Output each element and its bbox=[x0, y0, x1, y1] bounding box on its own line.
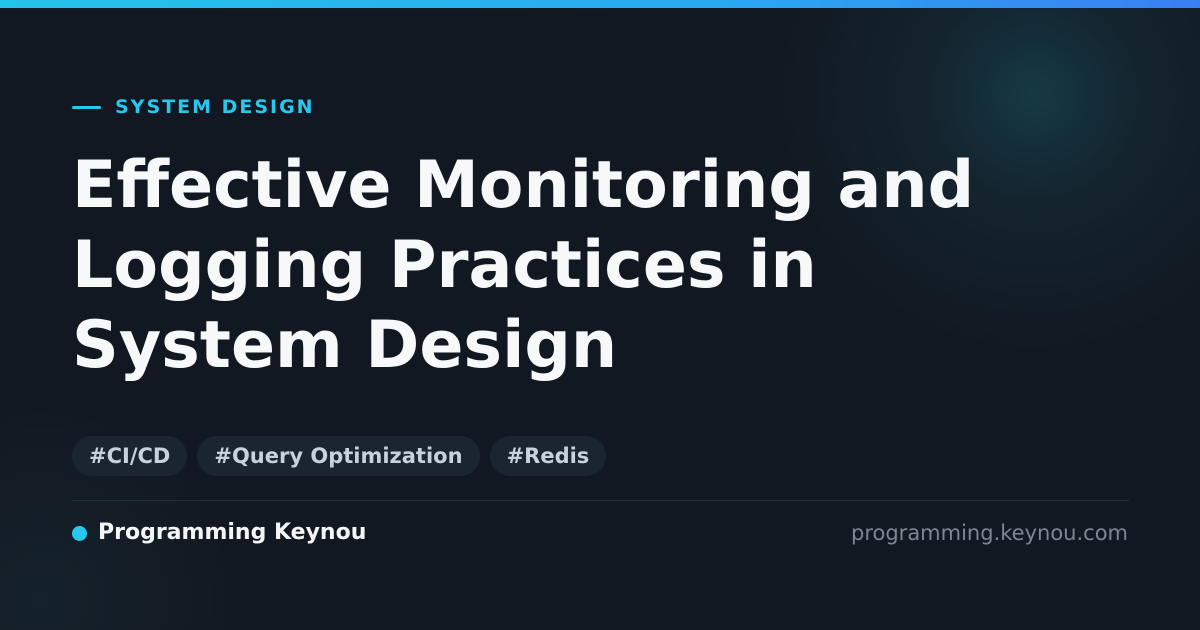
tag-chip: #Redis bbox=[489, 436, 607, 476]
tag-chip: #CI/CD bbox=[72, 436, 188, 476]
dot-icon bbox=[72, 525, 87, 541]
brand-block: Programming Keynou bbox=[72, 518, 366, 548]
footer-divider bbox=[72, 500, 1129, 501]
title-line-1: Effective Monitoring and bbox=[72, 148, 975, 223]
share-card: SYSTEM DESIGN Effective Monitoring and L… bbox=[0, 0, 1200, 630]
dash-line-icon bbox=[72, 105, 101, 109]
article-title: Effective Monitoring and Logging Practic… bbox=[72, 146, 1132, 386]
site-url: programming.keynou.com bbox=[851, 521, 1128, 545]
category-label: SYSTEM DESIGN bbox=[115, 96, 315, 118]
brand-name: Programming Keynou bbox=[98, 520, 367, 545]
accent-top-bar bbox=[0, 0, 1200, 8]
tag-chip: #Query Optimization bbox=[197, 436, 480, 476]
title-line-2: Logging Practices in bbox=[72, 228, 817, 303]
title-line-3: System Design bbox=[72, 308, 618, 383]
tag-list: #CI/CD #Query Optimization #Redis bbox=[72, 436, 607, 476]
category-eyebrow: SYSTEM DESIGN bbox=[72, 94, 315, 120]
